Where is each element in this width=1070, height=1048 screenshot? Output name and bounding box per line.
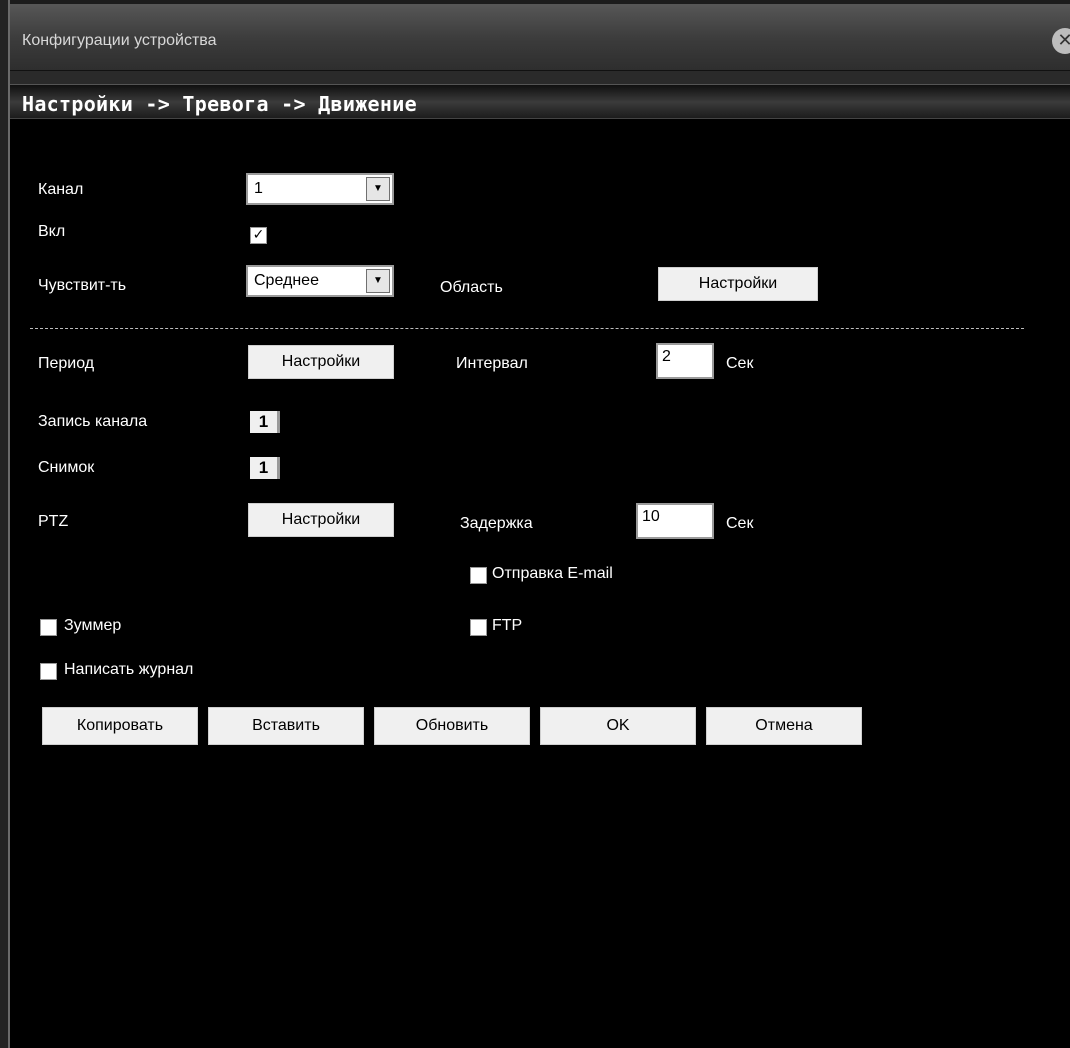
sensitivity-select-value: Среднее [254, 272, 319, 289]
buzzer-label: Зуммер [64, 617, 122, 634]
buzzer-checkbox[interactable] [40, 619, 57, 636]
interval-label: Интервал [456, 355, 528, 372]
sensitivity-label: Чувствит-ть [38, 277, 127, 294]
delay-label: Задержка [460, 515, 533, 532]
snapshot-label: Снимок [38, 459, 95, 476]
copy-button[interactable]: Копировать [42, 707, 198, 745]
delay-input[interactable]: 10 [636, 503, 714, 539]
period-label: Период [38, 355, 95, 372]
ftp-label: FTP [492, 617, 523, 634]
title-bar-edge [10, 0, 1070, 4]
sensitivity-select[interactable]: Среднее ▼ [246, 265, 394, 297]
section-divider [30, 328, 1024, 329]
record-channel-1-toggle[interactable]: 1 [250, 411, 280, 433]
close-icon[interactable]: ✕ [1052, 28, 1070, 54]
ftp-checkbox[interactable] [470, 619, 487, 636]
ok-button[interactable]: OK [540, 707, 696, 745]
title-bar: Конфигурации устройства ✕ [10, 0, 1070, 71]
write-log-checkbox[interactable] [40, 663, 57, 680]
enable-label: Вкл [38, 223, 66, 240]
enable-checkbox[interactable]: ✓ [250, 227, 267, 244]
write-log-label: Написать журнал [64, 661, 194, 678]
period-settings-button[interactable]: Настройки [248, 345, 394, 379]
motion-settings-panel: Канал 1 ▼ Вкл ✓ Чувствит-ть Среднее ▼ Об… [10, 118, 1070, 1048]
ptz-settings-button[interactable]: Настройки [248, 503, 394, 537]
send-email-label: Отправка E-mail [492, 565, 613, 582]
channel-select-value: 1 [254, 180, 263, 197]
breadcrumb-path: Настройки -> Тревога -> Движение [22, 92, 417, 116]
area-label: Область [440, 279, 503, 296]
ptz-label: PTZ [38, 513, 69, 530]
chevron-down-icon[interactable]: ▼ [366, 177, 390, 201]
interval-unit: Сек [726, 355, 754, 372]
breadcrumb: Настройки -> Тревога -> Движение [10, 84, 1070, 119]
refresh-button[interactable]: Обновить [374, 707, 530, 745]
config-window: Конфигурации устройства ✕ Настройки -> Т… [8, 0, 1070, 1048]
channel-label: Канал [38, 181, 84, 198]
chevron-down-icon[interactable]: ▼ [366, 269, 390, 293]
cancel-button[interactable]: Отмена [706, 707, 862, 745]
delay-unit: Сек [726, 515, 754, 532]
area-settings-button[interactable]: Настройки [658, 267, 818, 301]
snapshot-channel-1-toggle[interactable]: 1 [250, 457, 280, 479]
send-email-checkbox[interactable] [470, 567, 487, 584]
window-title: Конфигурации устройства [22, 32, 217, 49]
channel-select[interactable]: 1 ▼ [246, 173, 394, 205]
paste-button[interactable]: Вставить [208, 707, 364, 745]
interval-input[interactable]: 2 [656, 343, 714, 379]
record-channel-label: Запись канала [38, 413, 148, 430]
